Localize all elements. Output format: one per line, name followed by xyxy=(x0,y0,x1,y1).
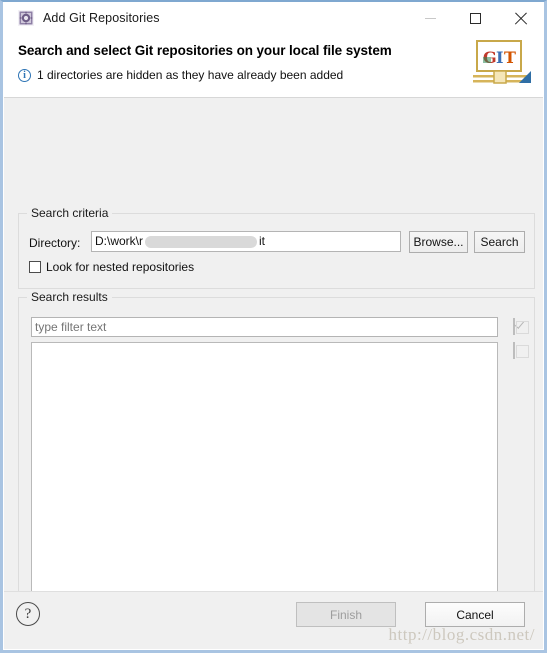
minimize-icon xyxy=(425,17,436,19)
dialog-footer: ? Finish Cancel http://blog.csdn.net/ xyxy=(4,591,543,649)
minimize-button[interactable] xyxy=(408,3,453,33)
search-results-label: Search results xyxy=(27,290,112,304)
directory-value-prefix: D:\work\r xyxy=(95,234,143,248)
git-logo: G I T xyxy=(469,37,531,89)
cancel-button[interactable]: Cancel xyxy=(425,602,525,627)
directory-label: Directory: xyxy=(29,236,81,250)
dialog-body: Search criteria Directory: D:\work\r it … xyxy=(4,98,543,591)
directory-input[interactable]: D:\work\r it xyxy=(91,231,401,252)
svg-text:T: T xyxy=(504,48,516,67)
header-message: 1 directories are hidden as they have al… xyxy=(37,68,344,82)
close-icon xyxy=(514,12,527,25)
svg-text:I: I xyxy=(496,48,503,67)
checkbox-icon xyxy=(29,261,41,273)
nested-repositories-label: Look for nested repositories xyxy=(46,260,195,274)
search-criteria-label: Search criteria xyxy=(27,206,113,220)
git-repositories-icon xyxy=(18,10,34,26)
watermark: http://blog.csdn.net/ xyxy=(388,625,535,644)
search-button[interactable]: Search xyxy=(474,231,525,253)
search-results-group: Search results xyxy=(18,290,535,591)
search-criteria-group: Search criteria Directory: D:\work\r it … xyxy=(18,206,535,289)
browse-button[interactable]: Browse... xyxy=(409,231,468,253)
title-bar: Add Git Repositories xyxy=(4,3,543,33)
dialog-inner: Add Git Repositories Search and select G… xyxy=(3,2,544,650)
redacted-block xyxy=(145,235,257,248)
repositories-list[interactable] xyxy=(31,342,498,591)
add-git-repositories-dialog: Add Git Repositories Search and select G… xyxy=(0,0,547,653)
maximize-button[interactable] xyxy=(453,3,498,33)
finish-button[interactable]: Finish xyxy=(296,602,396,627)
info-icon: i xyxy=(18,69,31,82)
header-title: Search and select Git repositories on yo… xyxy=(18,43,392,58)
filter-input[interactable] xyxy=(31,317,498,337)
window-title: Add Git Repositories xyxy=(43,11,160,25)
maximize-icon xyxy=(470,12,481,24)
directory-value-suffix: it xyxy=(259,234,265,248)
empty-checkbox-icon xyxy=(512,342,529,359)
checked-checkbox-icon xyxy=(512,318,529,335)
deselect-all-button[interactable] xyxy=(505,342,529,359)
dialog-header: Search and select Git repositories on yo… xyxy=(4,33,543,98)
select-all-button[interactable] xyxy=(505,318,529,335)
nested-repositories-checkbox[interactable]: Look for nested repositories xyxy=(29,260,194,274)
window-controls xyxy=(408,3,543,33)
help-button[interactable]: ? xyxy=(16,602,40,626)
close-button[interactable] xyxy=(498,3,543,33)
